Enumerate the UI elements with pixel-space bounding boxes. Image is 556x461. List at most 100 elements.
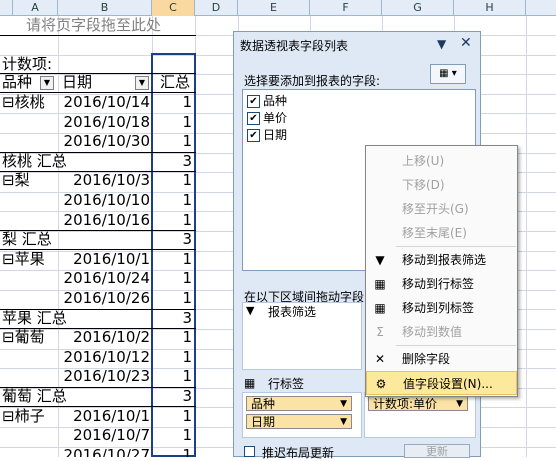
date-cell[interactable]: 2016/10/16 [60,211,150,230]
delete-icon: ✕ [374,352,386,366]
panel-menu-icon[interactable]: ▼ [437,37,446,51]
date-cell[interactable]: 2016/10/1 [60,407,150,426]
row-labels-icon: ▦ [244,376,256,390]
count-cell[interactable]: 1 [153,113,192,132]
column-header-h[interactable]: H [454,0,526,16]
count-cell[interactable]: 1 [153,250,192,269]
menu-item-label: 移动到行标签 [402,277,475,291]
date-field-dropdown-icon[interactable]: ▼ [135,76,149,90]
count-cell[interactable]: 1 [153,446,192,457]
menu-item-label: 下移(D) [402,178,445,192]
date-cell[interactable]: 2016/10/3 [60,171,150,190]
dropdown-arrow-icon: ▼ [340,399,347,409]
menu-item-0: 上移(U) [366,149,517,173]
dropdown-arrow-icon: ▼ [340,417,347,427]
date-cell[interactable]: 2016/10/24 [60,269,150,288]
menu-item-label: 移动到报表筛选 [402,253,487,267]
context-menu: 上移(U) 下移(D) 移至开头(G) 移至末尾(E) ▼ 移动到报表筛选 ▦ 移动到行标签 ▦… [365,145,518,397]
count-cell[interactable]: 1 [153,367,192,386]
count-cell[interactable]: 1 [153,211,192,230]
checkbox-icon[interactable]: ✔ [247,94,260,108]
date-cell[interactable]: 2016/10/26 [60,289,150,308]
count-label: 计数项: [2,55,53,73]
row-field-pill-date[interactable]: 日期 ▼ [246,414,352,429]
total-header: 汇总 [160,73,191,91]
column-header-f[interactable]: F [310,0,382,16]
checkbox-icon[interactable]: ✔ [247,111,260,125]
count-cell[interactable]: 1 [153,171,192,190]
row-item-label[interactable]: ⊟梨 [2,171,30,190]
date-cell[interactable]: 2016/10/1 [60,250,150,269]
menu-item-label: 移至开头(G) [402,202,469,216]
menu-item-2: 移至开头(G) [366,197,517,221]
row-item-label[interactable]: ⊟核桃 [2,93,45,112]
menu-separator [396,345,516,346]
field-label: 品种 [263,94,288,108]
column-header-b[interactable]: B [58,0,152,16]
menu-item-label: 值字段设置(N)... [403,377,493,391]
count-cell[interactable]: 1 [153,289,192,308]
checkbox-icon[interactable]: ✔ [247,128,260,142]
menu-item-5[interactable]: ▦ 移动到行标签 [366,272,517,296]
value-field-pill[interactable]: 计数项:单价 ▼ [368,396,468,411]
row-field-dropdown-icon[interactable]: ▼ [40,76,54,90]
sigma-icon: Σ [376,325,384,339]
defer-update-checkbox[interactable] [244,446,255,457]
subtotal-row-border [0,151,196,172]
row-field-pill-variety[interactable]: 品种 ▼ [246,396,352,411]
field-label: 单价 [263,111,288,125]
menu-separator [396,246,516,247]
subtotal-row-border [0,230,196,251]
date-cell[interactable]: 2016/10/14 [60,93,150,112]
column-labels-icon: ▦ [374,301,386,315]
menu-item-9[interactable]: ⚙ 值字段设置(N)... [366,371,517,395]
menu-item-4[interactable]: ▼ 移动到报表筛选 [366,248,517,272]
column-header-c[interactable]: C [152,0,195,16]
panel-title: 数据透视表字段列表 [240,39,349,53]
defer-update-label: 推迟布局更新 [262,446,335,460]
menu-item-label: 上移(U) [402,154,445,168]
filter-icon: ▼ [375,253,385,267]
count-cell[interactable]: 1 [153,93,192,112]
row-item-label[interactable]: ⊟柿子 [2,407,45,426]
count-cell[interactable]: 1 [153,269,192,288]
date-cell[interactable]: 2016/10/23 [60,367,150,386]
date-cell[interactable]: 2016/10/10 [60,191,150,210]
row-labels-label: 行标签 [268,377,305,391]
close-icon[interactable]: ✕ [460,35,472,51]
field-item-variety[interactable]: ✔ 品种 [247,94,287,108]
count-cell[interactable]: 1 [153,348,192,367]
menu-item-label: 移动到列标签 [402,301,475,315]
row-item-label[interactable]: ⊟葡萄 [2,328,45,347]
date-cell[interactable]: 2016/10/12 [60,348,150,367]
column-header-g[interactable]: G [382,0,454,16]
filter-icon: ▼ [246,304,255,317]
menu-item-7: Σ 移动到数值 [366,320,517,344]
date-cell[interactable]: 2016/10/27 [60,446,150,457]
update-button[interactable]: 更新 [404,444,470,458]
menu-item-6[interactable]: ▦ 移动到列标签 [366,296,517,320]
count-cell[interactable]: 1 [153,407,192,426]
field-label: 日期 [263,128,288,142]
date-cell[interactable]: 2016/10/30 [60,132,150,151]
row-field-header: 品种 [2,73,33,91]
date-cell[interactable]: 2016/10/7 [60,426,150,445]
field-item-date[interactable]: ✔ 日期 [247,128,287,142]
menu-item-label: 删除字段 [402,352,451,366]
column-header-d[interactable]: D [195,0,238,16]
menu-item-8[interactable]: ✕ 删除字段 [366,347,517,371]
count-cell[interactable]: 1 [153,426,192,445]
subtotal-row-border [0,387,196,407]
count-cell[interactable]: 1 [153,191,192,210]
count-cell[interactable]: 1 [153,132,192,151]
field-item-price[interactable]: ✔ 单价 [247,111,287,125]
layout-options-button[interactable]: ▦ ▾ [430,64,466,84]
column-header-a[interactable]: A [13,0,58,16]
row-item-label[interactable]: ⊟苹果 [2,250,45,269]
date-cell[interactable]: 2016/10/18 [60,113,150,132]
date-cell[interactable]: 2016/10/2 [60,328,150,347]
column-header-e[interactable]: E [238,0,310,16]
menu-item-1: 下移(D) [366,173,517,197]
select-all-corner[interactable] [0,0,13,16]
count-cell[interactable]: 1 [153,328,192,347]
